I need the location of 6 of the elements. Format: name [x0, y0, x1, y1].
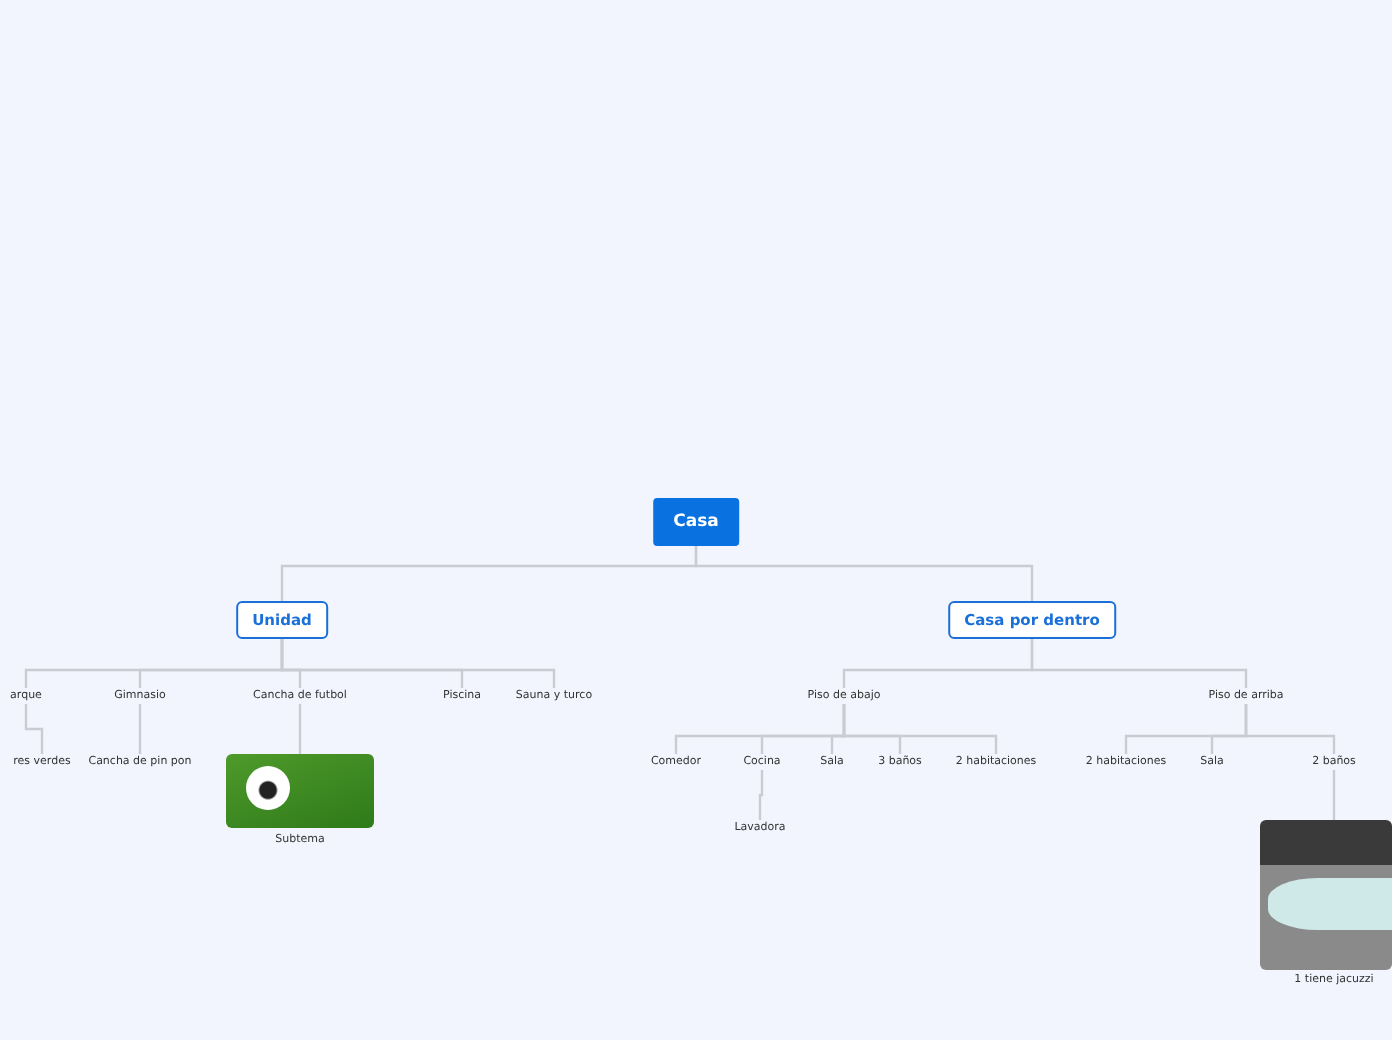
central-topic[interactable]: Casa: [653, 498, 739, 546]
connector-line: [298, 704, 302, 754]
connector-line: [24, 704, 44, 754]
connector-line: [138, 704, 142, 754]
connector-line: [758, 770, 764, 820]
connector-line: [1332, 770, 1336, 820]
